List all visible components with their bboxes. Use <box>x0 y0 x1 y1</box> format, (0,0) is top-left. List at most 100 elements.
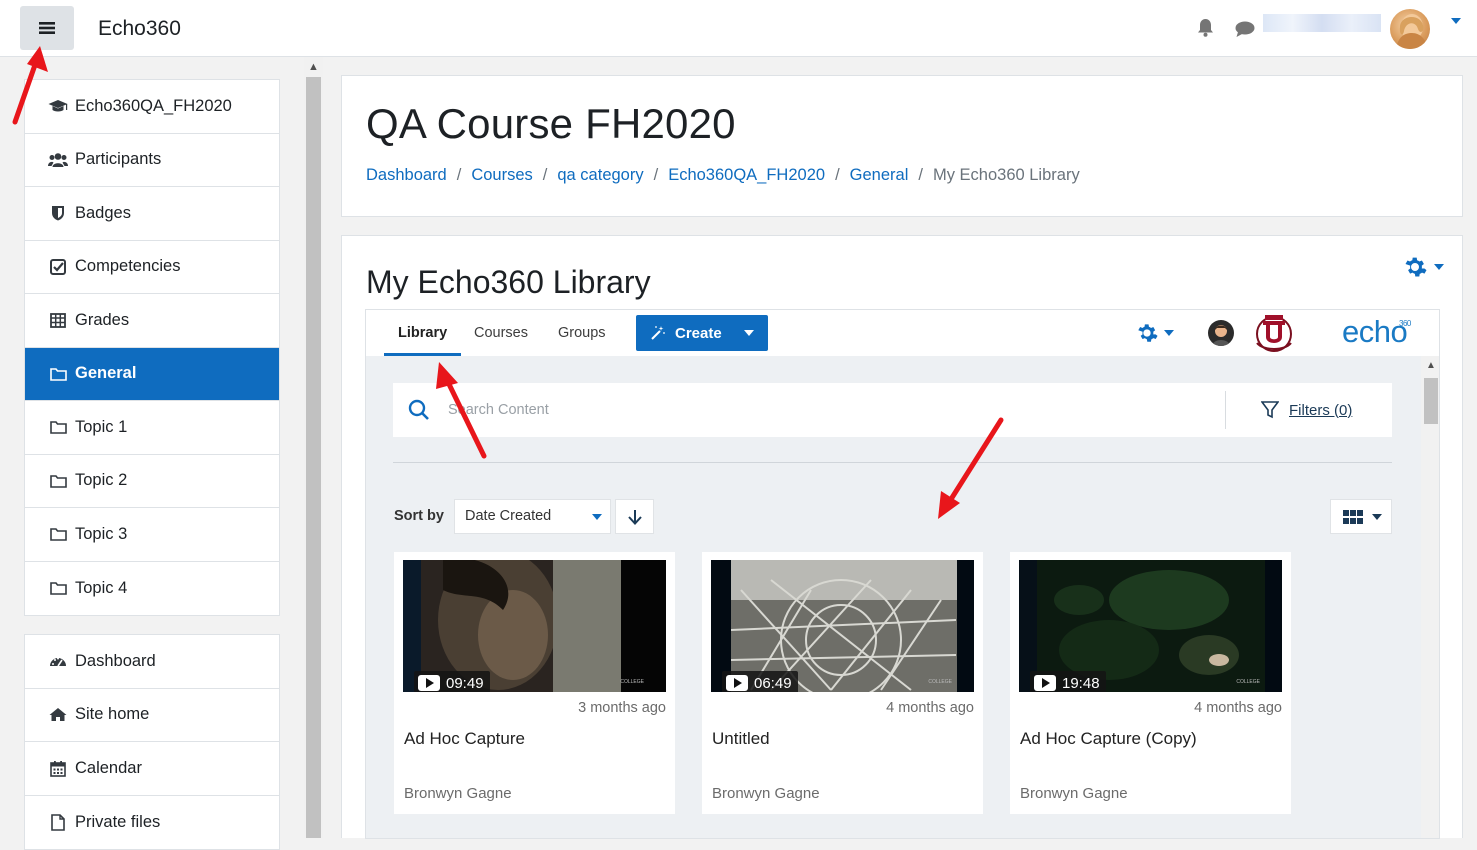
menu-toggle-button[interactable] <box>20 6 74 50</box>
echo360-logo: echo 360 <box>1342 314 1411 350</box>
video-thumbnail[interactable]: 09:49 COLLEGE <box>403 560 666 692</box>
bell-icon[interactable] <box>1197 18 1214 37</box>
avatar[interactable] <box>1208 320 1234 346</box>
breadcrumb-general[interactable]: General <box>850 166 909 185</box>
chat-icon[interactable] <box>1235 21 1255 38</box>
user-name-redacted[interactable] <box>1263 14 1381 32</box>
page-title: QA Course FH2020 <box>366 100 736 147</box>
sidebar-item-label: Topic 1 <box>75 417 128 436</box>
media-owner: Bronwyn Gagne <box>1020 785 1128 802</box>
play-icon <box>1034 675 1056 691</box>
course-nav-group: Echo360QA_FH2020 Participants Badges Com… <box>24 79 280 616</box>
video-thumbnail[interactable]: 19:48 COLLEGE <box>1019 560 1282 692</box>
tab-courses[interactable]: Courses <box>474 325 528 341</box>
tab-groups[interactable]: Groups <box>558 325 606 341</box>
sidebar-item-topic-2[interactable]: Topic 2 <box>25 455 279 508</box>
media-date: 3 months ago <box>578 700 666 716</box>
media-card[interactable]: 09:49 COLLEGE 3 months ago Ad Hoc Captur… <box>394 552 675 814</box>
breadcrumb-current: My Echo360 Library <box>932 166 1080 184</box>
sidebar-item-label: Topic 4 <box>75 578 128 597</box>
calendar-icon <box>48 759 68 777</box>
play-icon <box>418 675 440 691</box>
chevron-down-icon <box>1372 514 1382 520</box>
search-bar[interactable]: Search Content Filters (0) <box>393 383 1392 437</box>
arrow-down-icon <box>627 509 642 525</box>
sidebar-item-grades[interactable]: Grades <box>25 294 279 348</box>
breadcrumb: Dashboard / Courses / qa category / Echo… <box>366 166 1080 185</box>
chevron-down-icon[interactable] <box>1451 18 1461 24</box>
media-card[interactable]: 19:48 COLLEGE 4 months ago Ad Hoc Captur… <box>1010 552 1291 814</box>
scrollbar-thumb[interactable] <box>306 77 321 838</box>
sidebar-scrollbar[interactable]: ▲ <box>304 57 323 838</box>
sidebar-item-general[interactable]: General <box>25 347 279 401</box>
chevron-down-icon <box>744 330 754 336</box>
breadcrumb-courses[interactable]: Courses <box>471 166 532 185</box>
media-title[interactable]: Untitled <box>712 729 770 749</box>
sidebar-item-calendar[interactable]: Calendar <box>25 742 279 796</box>
echo-settings-menu[interactable] <box>1136 322 1174 344</box>
duration-text: 06:49 <box>754 674 792 692</box>
search-input[interactable]: Search Content <box>448 402 549 418</box>
media-owner: Bronwyn Gagne <box>712 785 820 802</box>
sidebar-item-site-home[interactable]: Site home <box>25 689 279 742</box>
sidebar-item-topic-3[interactable]: Topic 3 <box>25 508 279 562</box>
scroll-up-icon[interactable]: ▲ <box>1426 360 1436 371</box>
tab-library[interactable]: Library <box>398 325 447 341</box>
users-icon <box>48 151 68 169</box>
sidebar-item-topic-4[interactable]: Topic 4 <box>25 562 279 616</box>
media-card[interactable]: 06:49 COLLEGE 4 months ago Untitled Bron… <box>702 552 983 814</box>
folder-icon <box>48 472 68 490</box>
library-card: My Echo360 Library Library Courses Group… <box>341 235 1463 839</box>
sidebar-item-private-files[interactable]: Private files <box>25 796 279 850</box>
scrollbar-thumb[interactable] <box>1424 378 1438 424</box>
sidebar-item-label: Grades <box>75 310 130 329</box>
sidebar-item-label: Private files <box>75 812 161 831</box>
sidebar-item-course[interactable]: Echo360QA_FH2020 <box>25 80 279 134</box>
media-title[interactable]: Ad Hoc Capture <box>404 729 525 749</box>
content-scrollbar[interactable]: ▲ <box>1421 356 1439 838</box>
scroll-up-icon[interactable]: ▲ <box>308 61 319 73</box>
sidebar-item-topic-1[interactable]: Topic 1 <box>25 401 279 455</box>
site-brand[interactable]: Echo360 <box>98 17 181 41</box>
gear-icon <box>1405 257 1427 277</box>
library-title: My Echo360 Library <box>366 264 651 300</box>
sidebar-item-label: Participants <box>75 150 162 169</box>
sidebar-item-badges[interactable]: Badges <box>25 187 279 241</box>
breadcrumb-course[interactable]: Echo360QA_FH2020 <box>668 166 825 185</box>
filters-button[interactable]: Filters (0) <box>1261 401 1352 419</box>
sort-label: Sort by <box>394 508 444 524</box>
sort-direction-button[interactable] <box>615 499 654 534</box>
sidebar-item-label: Topic 3 <box>75 524 128 543</box>
duration-text: 09:49 <box>446 674 484 692</box>
avatar[interactable] <box>1390 9 1430 49</box>
chevron-down-icon <box>1164 330 1174 336</box>
sidebar-item-dashboard[interactable]: Dashboard <box>25 635 279 689</box>
library-content: Search Content Filters (0) Sort by Date … <box>366 356 1421 838</box>
breadcrumb-separator: / <box>918 166 923 184</box>
duration-badge: 09:49 <box>414 671 490 692</box>
file-icon <box>48 813 68 831</box>
media-title[interactable]: Ad Hoc Capture (Copy) <box>1020 729 1197 749</box>
chevron-down-icon <box>592 514 602 520</box>
activity-settings-menu[interactable] <box>1403 255 1444 279</box>
breadcrumb-category[interactable]: qa category <box>557 166 643 185</box>
breadcrumb-dashboard[interactable]: Dashboard <box>366 166 447 185</box>
sidebar-item-label: Dashboard <box>75 651 156 670</box>
view-toggle-button[interactable] <box>1330 499 1392 534</box>
sort-select[interactable]: Date Created <box>454 499 611 534</box>
create-button[interactable]: Create <box>636 315 768 351</box>
sidebar-item-competencies[interactable]: Competencies <box>25 241 279 294</box>
top-navbar: Echo360 <box>0 0 1477 57</box>
play-icon <box>726 675 748 691</box>
breadcrumb-separator: / <box>835 166 840 184</box>
folder-icon <box>48 525 68 543</box>
course-header: QA Course FH2020 Dashboard / Courses / q… <box>341 75 1463 217</box>
check-square-icon <box>48 258 68 276</box>
sidebar-item-label: Calendar <box>75 758 142 777</box>
table-icon <box>48 311 68 329</box>
video-thumbnail[interactable]: 06:49 COLLEGE <box>711 560 974 692</box>
institution-logo <box>1256 315 1292 352</box>
sidebar-item-participants[interactable]: Participants <box>25 134 279 187</box>
magic-wand-icon <box>651 326 665 340</box>
folder-icon <box>48 365 68 383</box>
